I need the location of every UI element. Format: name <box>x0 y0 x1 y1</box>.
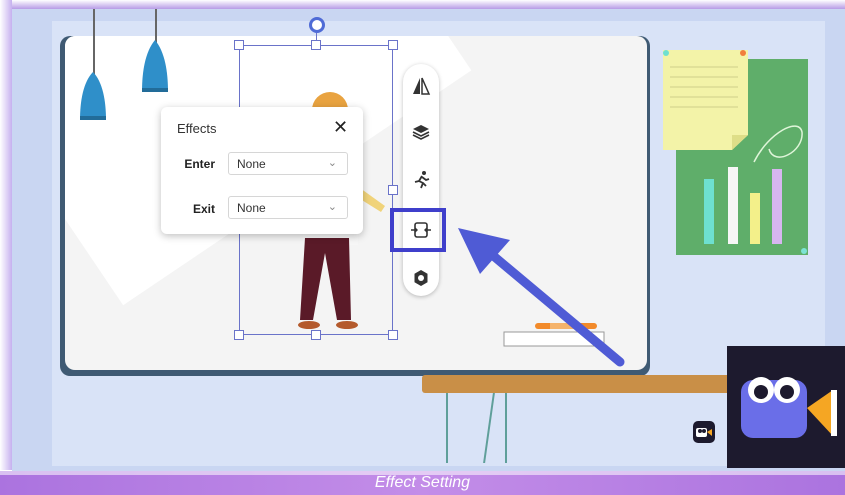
video-frame: Effects ✕ Enter None ⌄ Exit None ⌄ Effec… <box>0 0 845 495</box>
pointer-arrow-icon <box>458 228 625 367</box>
caption-text: Effect Setting <box>374 474 471 491</box>
camera-mascot-logo-icon <box>727 346 845 468</box>
small-camera-logo-icon <box>693 421 715 443</box>
